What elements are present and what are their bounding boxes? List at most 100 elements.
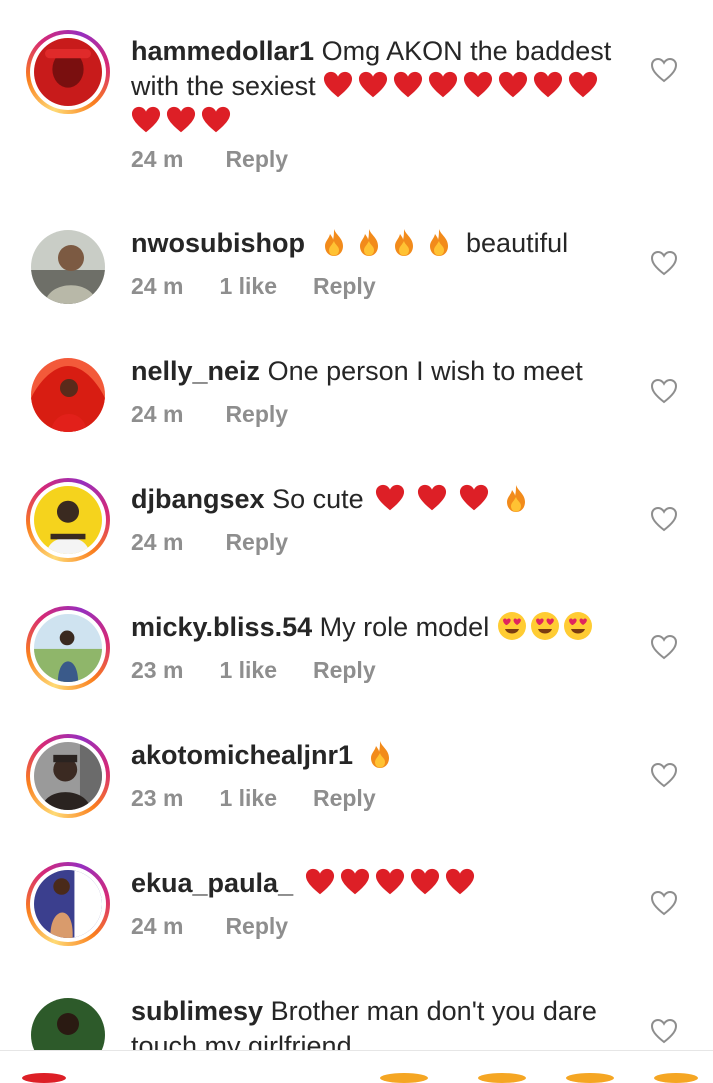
comment-time: 24 m <box>131 401 184 427</box>
emoji-peek[interactable] <box>22 1073 66 1083</box>
comment-meta: 24 m Reply <box>131 529 324 556</box>
comment-body: ekua_paula_ <box>131 866 631 901</box>
heart-emoji-icon <box>410 867 440 897</box>
comment-body: hammedollar1 Omg AKON the baddest with t… <box>131 34 631 139</box>
username[interactable]: ekua_paula_ <box>131 868 293 898</box>
heart-eyes-emoji-icon <box>563 611 593 641</box>
comment-time: 24 m <box>131 146 184 172</box>
username[interactable]: akotomichealjnr1 <box>131 740 353 770</box>
reply-button[interactable]: Reply <box>225 529 288 555</box>
comment-text: One person I wish to meet <box>267 356 583 386</box>
heart-eyes-emoji-icon <box>530 611 560 641</box>
heart-emoji-icon <box>375 867 405 897</box>
reply-button[interactable]: Reply <box>313 785 376 811</box>
username[interactable]: sublimesy <box>131 996 263 1026</box>
comment-meta: 24 m Reply <box>131 401 324 428</box>
reply-button[interactable]: Reply <box>313 273 376 299</box>
emoji-peek[interactable] <box>478 1073 526 1083</box>
comment-body: nelly_neiz One person I wish to meet <box>131 354 631 389</box>
username[interactable]: nelly_neiz <box>131 356 260 386</box>
comment-text: So cute <box>272 484 364 514</box>
comment-time: 24 m <box>131 913 184 939</box>
fire-emoji-icon <box>389 227 415 257</box>
username[interactable]: hammedollar1 <box>131 36 314 66</box>
comment-text: beautiful <box>466 228 569 258</box>
heart-emoji-icon <box>463 70 493 100</box>
like-heart-icon[interactable] <box>650 1018 678 1044</box>
comment-item: nelly_neiz One person I wish to meet 24 … <box>0 330 713 458</box>
avatar[interactable] <box>31 230 105 304</box>
comment-item: sublimesy Brother man don't you dare tou… <box>0 970 713 1050</box>
comment-item: hammedollar1 Omg AKON the baddest with t… <box>0 0 713 200</box>
comment-item: djbangsex So cute 24 m Reply <box>0 458 713 586</box>
heart-emoji-icon <box>445 867 475 897</box>
heart-emoji-icon <box>375 483 405 513</box>
comment-body: djbangsex So cute <box>131 482 631 517</box>
comment-meta: 23 m 1 like Reply <box>131 785 412 812</box>
fire-emoji-icon <box>365 739 391 769</box>
username[interactable]: micky.bliss.54 <box>131 612 312 642</box>
likes-count[interactable]: 1 like <box>219 273 277 299</box>
avatar[interactable] <box>26 734 110 818</box>
like-heart-icon[interactable] <box>650 250 678 276</box>
like-heart-icon[interactable] <box>650 506 678 532</box>
like-heart-icon[interactable] <box>650 890 678 916</box>
reply-button[interactable]: Reply <box>313 657 376 683</box>
reply-button[interactable]: Reply <box>225 401 288 427</box>
heart-emoji-icon <box>201 105 231 135</box>
comment-time: 24 m <box>131 273 184 299</box>
heart-emoji-icon <box>305 867 335 897</box>
fire-emoji-icon <box>501 483 527 513</box>
heart-eyes-emoji-icon <box>497 611 527 641</box>
comment-item: ekua_paula_ 24 m Reply <box>0 842 713 970</box>
heart-emoji-icon <box>166 105 196 135</box>
avatar[interactable] <box>26 862 110 946</box>
heart-emoji-icon <box>131 105 161 135</box>
like-heart-icon[interactable] <box>650 378 678 404</box>
avatar[interactable] <box>26 478 110 562</box>
emoji-quick-bar <box>0 1050 713 1083</box>
comment-meta: 24 m 1 like Reply <box>131 273 412 300</box>
avatar[interactable] <box>26 606 110 690</box>
comment-body: sublimesy Brother man don't you dare tou… <box>131 994 611 1050</box>
fire-emoji-icon <box>354 227 380 257</box>
likes-count[interactable]: 1 like <box>219 785 277 811</box>
comment-time: 24 m <box>131 529 184 555</box>
reply-button[interactable]: Reply <box>225 913 288 939</box>
emoji-peek[interactable] <box>566 1073 614 1083</box>
avatar[interactable] <box>31 358 105 432</box>
comment-item: akotomichealjnr1 23 m 1 like Reply <box>0 714 713 842</box>
heart-emoji-icon <box>358 70 388 100</box>
heart-emoji-icon <box>459 483 489 513</box>
comment-item: micky.bliss.54 My role model 23 m 1 like R… <box>0 586 713 714</box>
comment-meta: 24 m Reply <box>131 146 324 173</box>
comment-body: akotomichealjnr1 <box>131 738 631 773</box>
comment-text: My role model <box>319 612 490 642</box>
heart-emoji-icon <box>498 70 528 100</box>
fire-emoji-icon <box>424 227 450 257</box>
heart-emoji-icon <box>340 867 370 897</box>
emoji-group <box>365 740 400 770</box>
comments-list: hammedollar1 Omg AKON the baddest with t… <box>0 0 713 1050</box>
like-heart-icon[interactable] <box>650 634 678 660</box>
heart-emoji-icon <box>323 70 353 100</box>
username[interactable]: nwosubishop <box>131 228 305 258</box>
emoji-peek[interactable] <box>654 1073 698 1083</box>
reply-button[interactable]: Reply <box>225 146 288 172</box>
avatar[interactable] <box>31 998 105 1050</box>
like-heart-icon[interactable] <box>650 762 678 788</box>
heart-emoji-icon <box>393 70 423 100</box>
heart-emoji-icon <box>568 70 598 100</box>
comment-time: 23 m <box>131 657 184 683</box>
username[interactable]: djbangsex <box>131 484 265 514</box>
avatar[interactable] <box>26 30 110 114</box>
emoji-peek[interactable] <box>380 1073 428 1083</box>
like-heart-icon[interactable] <box>650 57 678 83</box>
likes-count[interactable]: 1 like <box>219 657 277 683</box>
comment-item: nwosubishop beautiful 24 m 1 like Reply <box>0 200 713 330</box>
emoji-group <box>489 612 598 642</box>
emoji-group <box>305 868 480 898</box>
comment-time: 23 m <box>131 785 184 811</box>
comment-body: micky.bliss.54 My role model <box>131 610 631 645</box>
heart-emoji-icon <box>533 70 563 100</box>
